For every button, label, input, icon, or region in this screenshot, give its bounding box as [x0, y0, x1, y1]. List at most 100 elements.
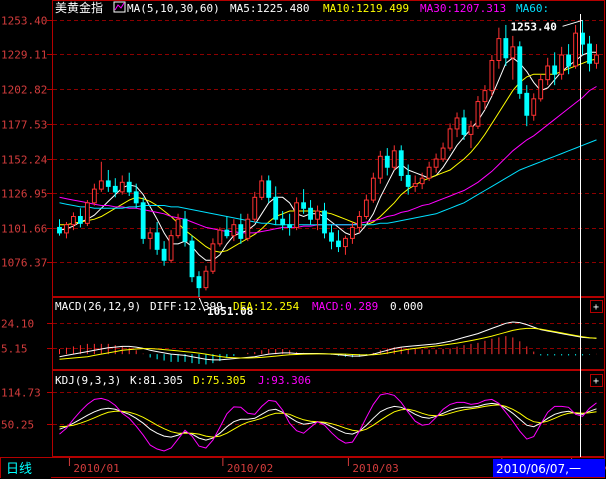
cursor-date: 2010/06/07,一	[496, 462, 581, 476]
candle-up	[294, 202, 300, 228]
candle-up	[426, 166, 432, 179]
candle-up	[468, 125, 474, 135]
price-tick-label: 1126.95	[1, 188, 47, 201]
candle-up	[147, 232, 153, 239]
d-value: D:75.305	[193, 374, 246, 387]
macd-expand-label: +	[593, 302, 599, 313]
candle-down	[280, 218, 286, 226]
candle-up	[433, 158, 439, 168]
candle-up	[175, 218, 181, 237]
k-value: K:81.305	[130, 374, 183, 387]
candle-up	[349, 226, 355, 239]
macd-tick-label: 24.10	[1, 318, 34, 331]
candle-down	[273, 196, 279, 220]
candle-down	[77, 215, 83, 224]
candle-up	[64, 224, 69, 234]
ma30-value: MA30:1207.313	[420, 2, 506, 15]
macd-legend: MACD(26,12,9) DIFF:12.399 DEA:12.254 MAC…	[55, 300, 423, 313]
macd-tick-label: 5.15	[1, 343, 28, 356]
candle-up	[252, 196, 258, 220]
candle-down	[461, 117, 467, 135]
candle-up	[419, 177, 425, 185]
candle-down	[384, 155, 390, 168]
candle-down	[405, 174, 411, 187]
candle-up	[203, 270, 209, 289]
candle-down	[587, 43, 592, 64]
kdj-params: KDJ(9,3,3)	[55, 374, 121, 387]
candle-up	[217, 229, 223, 245]
candle-up	[245, 218, 251, 239]
main-legend: 美黄金指 MA(5,10,30,60) MA5:1225.480 MA10:12…	[55, 0, 549, 15]
candle-down	[224, 229, 230, 237]
candle-up	[412, 183, 418, 187]
candle-down	[154, 232, 160, 250]
candle-down	[301, 202, 307, 209]
x-tick-label: 2010/03	[352, 462, 398, 475]
candle-up	[531, 98, 537, 116]
x-tick-label: 2010/02	[227, 462, 273, 475]
candle-up	[538, 79, 544, 100]
candle-down	[140, 202, 146, 239]
candle-up	[489, 60, 495, 92]
candle-down	[398, 150, 404, 176]
price-tick-label: 1229.11	[1, 49, 47, 62]
macd-expand-button[interactable]: +	[590, 300, 603, 314]
candle-down	[336, 240, 341, 248]
candle-up	[482, 90, 488, 103]
period-label[interactable]: 日线	[6, 462, 32, 477]
candle-down	[552, 65, 558, 75]
dea-value: DEA:12.254	[233, 300, 300, 313]
candle-down	[196, 276, 202, 289]
candle-up	[231, 224, 237, 237]
candle-up	[259, 180, 265, 198]
x-tick-label: 2010/01	[73, 462, 119, 475]
ma60-value: MA60:	[516, 2, 549, 15]
candle-down	[112, 185, 118, 193]
candle-down	[105, 180, 111, 187]
price-tick-label: 1253.40	[1, 15, 47, 28]
price-tick-label: 1202.82	[1, 84, 47, 97]
candle-up	[84, 202, 90, 224]
candle-down	[238, 224, 244, 239]
candle-down	[287, 224, 293, 228]
candle-up	[510, 46, 516, 59]
candle-down	[329, 232, 334, 242]
high-annotation: 1253.40	[511, 20, 557, 33]
j-value: J:93.306	[258, 374, 311, 387]
candle-down	[182, 218, 188, 242]
ma10-value: MA10:1219.499	[323, 2, 409, 15]
candle-up	[363, 199, 369, 217]
candle-up	[496, 38, 502, 62]
price-tick-label: 1076.37	[1, 257, 47, 270]
candle-up	[454, 117, 460, 130]
candle-up	[98, 180, 104, 190]
macd-value: MACD:0.289	[312, 300, 378, 313]
candle-up	[370, 177, 376, 201]
kdj-tick-label: 114.73	[1, 387, 41, 400]
candle-up	[475, 101, 481, 127]
candle-up	[377, 155, 383, 179]
macd-params: MACD(26,12,9)	[55, 300, 141, 313]
candle-down	[189, 240, 195, 278]
candle-down	[503, 38, 509, 59]
candle-up	[545, 65, 551, 81]
candle-up	[356, 215, 362, 228]
candle-up	[168, 235, 174, 261]
price-tick-label: 1152.24	[1, 154, 48, 167]
instrument-name: 美黄金指	[55, 0, 103, 15]
price-tick-label: 1177.53	[1, 119, 47, 132]
candle-down	[580, 32, 585, 45]
candle-down	[322, 210, 327, 234]
candle-up	[315, 210, 320, 220]
candle-up	[594, 54, 599, 64]
stock-chart: 1253.40 1229.11 1202.82 1177.53 1152.24 1126.…	[0, 0, 606, 479]
kdj-tick-label: 50.25	[1, 419, 34, 432]
candle-down	[517, 46, 523, 94]
kdj-expand-button[interactable]: +	[590, 374, 603, 388]
diff-value: DIFF:12.399	[150, 300, 223, 313]
candle-up	[559, 54, 565, 75]
candle-down	[524, 92, 530, 116]
candle-up	[119, 181, 125, 193]
candle-up	[71, 215, 76, 226]
candle-up	[210, 243, 216, 272]
